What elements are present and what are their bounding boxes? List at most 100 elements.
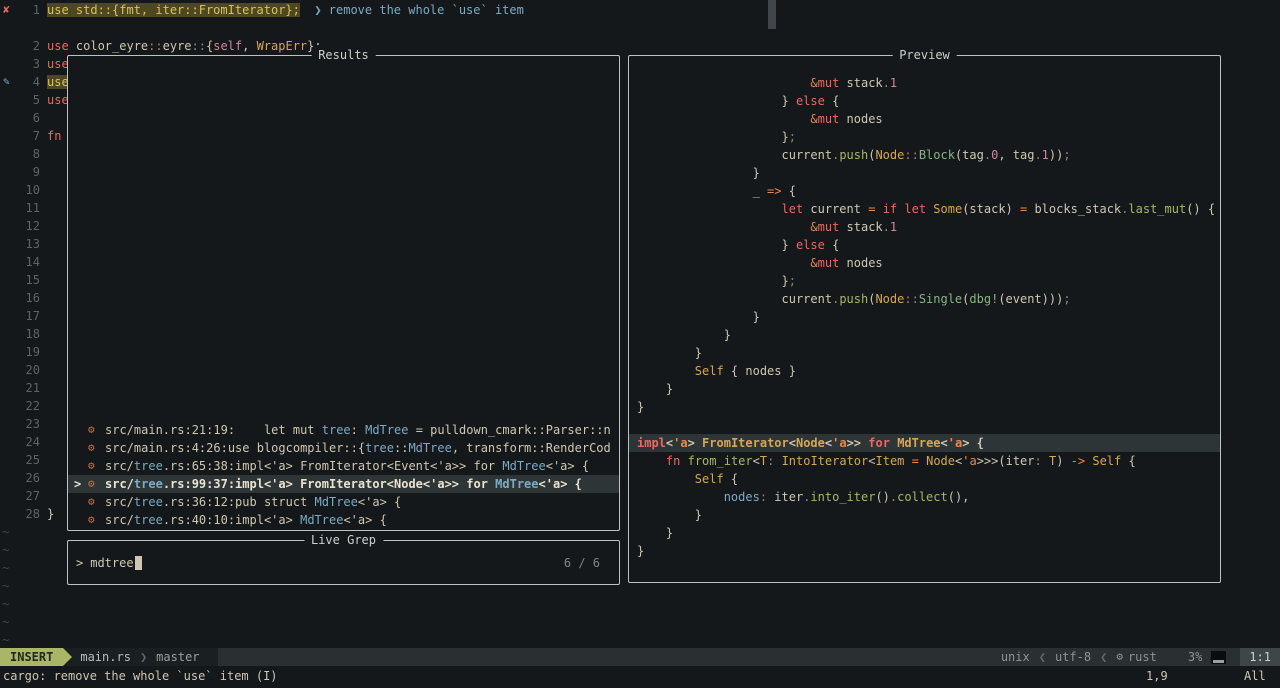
text-segment: >>>(iter — [976, 454, 1035, 468]
sign-column — [0, 55, 23, 73]
sign-column — [0, 217, 23, 235]
line-number: 28 — [25, 507, 40, 521]
text-segment: :: — [394, 441, 409, 455]
text-segment: color_eyre — [68, 39, 149, 53]
preview-code-line: &mut nodes — [629, 254, 1220, 272]
buffer-line[interactable] — [0, 19, 1280, 37]
text-segment: :: — [191, 39, 206, 53]
text-segment: } — [637, 544, 645, 558]
preview-code-line: } — [629, 344, 1220, 362]
cursor-location: 1:1 — [1240, 648, 1280, 666]
result-row[interactable]: ⚙ src/main.rs:4:26:use blogcompiler::{tre… — [68, 439, 619, 457]
preview-code-line: }; — [629, 272, 1220, 290]
results-list[interactable]: ⚙ src/main.rs:21:19: let mut tree: MdTree… — [68, 421, 619, 529]
text-segment: current — [781, 292, 833, 306]
text-segment: ; — [1063, 148, 1071, 162]
tilde-marker: ~ — [2, 633, 10, 647]
selection-caret-icon — [74, 457, 88, 475]
sign-column — [0, 199, 23, 217]
text-segment: : — [1034, 454, 1042, 468]
text-segment: { — [824, 238, 840, 252]
text-segment: dbg! — [969, 292, 999, 306]
text-segment: < — [752, 454, 760, 468]
selection-caret-icon — [74, 439, 88, 457]
preview-code-line: } — [629, 326, 1220, 344]
text-segment: .rs:36:12:pub struct — [162, 495, 315, 509]
text-segment: } — [665, 382, 674, 396]
preview-code[interactable]: &mut stack.1 } else { &mut nodes }; curr… — [629, 74, 1220, 560]
text-segment: last_mut — [1128, 202, 1187, 216]
line-text: fn — [47, 127, 61, 145]
line-number: 14 — [25, 255, 40, 269]
text-segment: <'a> { — [357, 495, 402, 509]
sign-column — [0, 127, 23, 145]
preview-code-line: Self { nodes } — [629, 362, 1220, 380]
text-segment: ❯ remove the whole `use` item — [314, 3, 524, 17]
sign-column — [0, 19, 23, 37]
preview-code-line: } — [629, 524, 1220, 542]
line-number — [23, 19, 40, 37]
line-text: use — [47, 91, 69, 109]
text-segment: 'a — [947, 436, 963, 450]
text-cursor — [134, 556, 142, 570]
text-segment: if — [882, 202, 898, 216]
powerline-arrow-icon — [63, 648, 73, 666]
rust-file-icon: ⚙ — [88, 513, 95, 526]
line-number: 23 — [25, 417, 40, 431]
progress-bar — [1211, 650, 1227, 664]
preview-code-line: } — [629, 542, 1220, 560]
line-number: 22 — [25, 399, 40, 413]
chevron-right-icon: ❯ — [139, 650, 148, 664]
text-segment: . — [882, 220, 890, 234]
text-segment: { — [1121, 454, 1136, 468]
line-number: 4 — [32, 75, 40, 89]
text-segment: .rs:40:10:impl<'a> — [162, 513, 301, 527]
text-segment: iter — [767, 490, 804, 504]
line-number: 5 — [32, 93, 40, 107]
result-row[interactable]: ⚙ src/main.rs:21:19: let mut tree: MdTree… — [68, 421, 619, 439]
line-number: 10 — [25, 183, 40, 197]
preview-code-line: _ => { — [629, 182, 1220, 200]
text-segment: } — [47, 507, 55, 521]
text-segment — [774, 454, 781, 468]
code-action-sign-icon: ✎ — [3, 75, 10, 88]
chevron-left-icon: ❮ — [1100, 650, 1108, 664]
line-number: 13 — [25, 237, 40, 251]
line-number: 18 — [25, 327, 40, 341]
text-segment: { — [788, 184, 796, 198]
text-segment: src/ — [105, 459, 134, 473]
scrollbar-thumb[interactable] — [768, 0, 776, 29]
text-segment: push — [839, 148, 869, 162]
text-segment: else — [795, 94, 825, 108]
result-row[interactable]: ⚙ src/tree .rs:65:38:impl<'a> FromIterator… — [68, 457, 619, 475]
telescope-preview-window: Preview &mut stack.1 } else { &mut nodes… — [628, 47, 1221, 583]
text-segment: => — [759, 184, 789, 198]
sign-column — [0, 451, 23, 469]
preview-code-line: fn from_iter<T: IntoIterator<Item = Node… — [629, 452, 1220, 470]
text-segment: src/ — [105, 477, 134, 491]
preview-highlighted-line: impl<'a> FromIterator<Node<'a>> for MdTr… — [629, 434, 1220, 452]
text-segment: Self — [694, 364, 724, 378]
buffer-line[interactable]: ✘ 1 use std::{fmt, iter::FromIterator}; ❯ … — [0, 1, 1280, 19]
text-segment: Node — [875, 148, 905, 162]
text-segment: nodes — [839, 256, 883, 270]
result-row-selected[interactable]: > ⚙ src/tree .rs:99:37:impl<'a> FromIterato… — [68, 475, 619, 493]
text-segment: src/main.rs:21:19: let mut — [105, 423, 322, 437]
buffer-line[interactable]: 2 use color_eyre::eyre::{self, WrapErr}; — [0, 37, 1280, 55]
result-row[interactable]: ⚙ src/tree .rs:36:12:pub struct MdTree <'a>… — [68, 493, 619, 511]
line-number: 24 — [25, 435, 40, 449]
filetype-indicator: ⚙ rust — [1116, 648, 1157, 666]
file-format: unix — [1000, 650, 1030, 664]
result-row[interactable]: ⚙ src/tree .rs:40:10:impl<'a> MdTree <'a> { — [68, 511, 619, 529]
search-query-input[interactable]: mdtree — [90, 554, 133, 572]
results-window-title: Results — [311, 47, 376, 64]
text-segment: MdTree — [314, 495, 358, 509]
preview-code-line: } else { — [629, 236, 1220, 254]
ruler-scroll: All — [1244, 669, 1266, 683]
line-number: 16 — [25, 291, 40, 305]
line-text: use — [47, 55, 69, 73]
line-text: use — [47, 73, 69, 91]
preview-code-line: } — [629, 398, 1220, 416]
text-segment: use — [47, 75, 69, 89]
text-segment: & — [810, 76, 818, 90]
